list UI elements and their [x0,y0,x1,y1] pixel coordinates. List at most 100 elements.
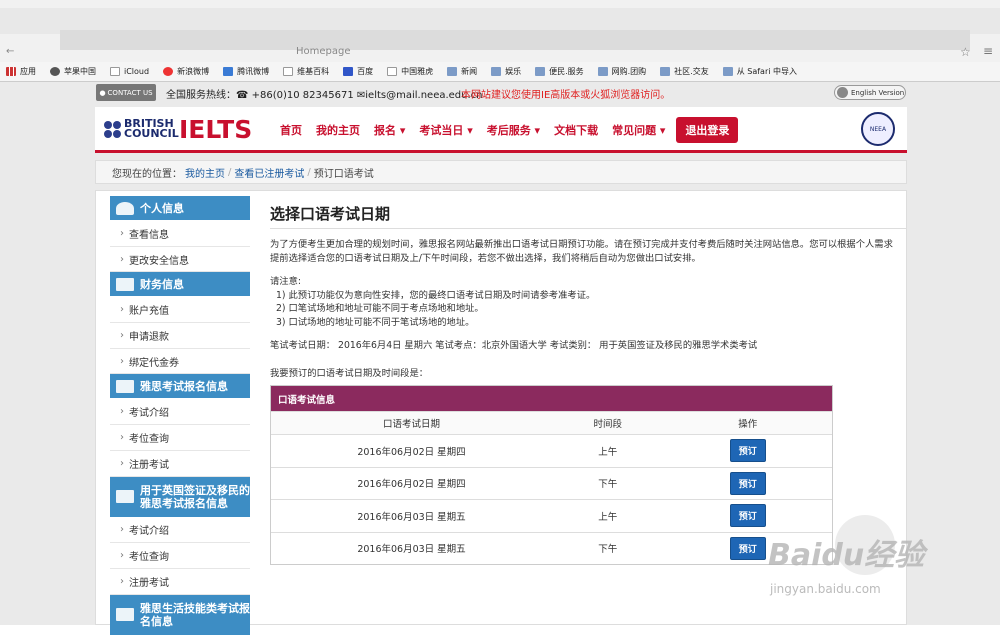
sidebar-section-ukvi[interactable]: 用于英国签证及移民的雅思考试报名信息 [110,476,250,517]
doc-icon [283,67,294,76]
nav-item[interactable]: 考试当日 ▾ [412,116,479,144]
bookmark-item[interactable]: 腾讯微博 [223,66,269,77]
bookmark-item[interactable]: 从 Safari 中导入 [722,66,798,77]
bookmark-label: 社区.交友 [674,67,709,76]
bc-line2: COUNCIL [124,127,179,140]
sidebar-item-label: 考位查询 [129,552,169,564]
location-pin-icon: ● [99,88,106,97]
sidebar-section-finance[interactable]: 财务信息 [110,272,250,297]
nav-item[interactable]: 报名 ▾ [367,116,412,144]
sidebar-item-view-info[interactable]: › 查看信息 [110,221,250,247]
bookmark-label: 百度 [357,67,374,76]
book-button[interactable]: 预订 [729,471,766,495]
sidebar-item-security[interactable]: › 更改安全信息 [110,247,250,273]
sidebar-item-register[interactable]: › 注册考试 [110,451,250,477]
column-header: 操作 [738,419,758,430]
sidebar-item-label: 账户充值 [129,306,169,318]
folder-icon [597,67,608,76]
nav-item[interactable]: 文档下载 [547,116,605,144]
note-item: 2) 口笔试场地和地址可能不同于考点场地和地址。 [276,303,484,314]
bookmark-item[interactable]: 网购.团购 [597,66,646,77]
menu-icon[interactable]: ≡ [983,44,993,58]
site-header: BRITISH COUNCIL IELTS 首页 我的主页 报名 ▾ 考试当日 ▾ 考后… [95,107,907,153]
browser-warning: 本网站建议您使用IE高版本或火狐浏览器访问。 [461,90,671,101]
folder-icon [447,67,458,76]
note-item: 1) 此预订功能仅为意向性安排，您的最终口语考试日期及时间请参考准考证。 [276,289,596,301]
users-icon [116,201,134,215]
sidebar-item-register[interactable]: › 注册考试 [110,569,250,595]
logout-button[interactable]: 退出登录 [676,117,739,143]
folder-icon [491,67,502,76]
doc-icon [110,67,120,76]
nav-item[interactable]: 我的主页 [309,116,367,144]
action-cell: 预订 [664,471,832,495]
bookmark-item[interactable]: 维基百科 [283,66,329,77]
title-divider [270,228,907,229]
bookmark-item[interactable]: 中国雅虎 [387,66,433,77]
sidebar-item-label: 查看信息 [129,229,169,241]
star-icon[interactable]: ☆ [960,45,971,59]
breadcrumb-registered[interactable]: 查看已注册考试 [234,165,304,180]
bookmark-item[interactable]: 百度 [343,66,373,77]
bookmark-item[interactable]: 娱乐 [491,66,521,77]
doc-icon [387,67,398,76]
apple-icon [50,67,60,76]
bookmark-item[interactable]: iCloud [110,67,149,76]
english-version-toggle[interactable]: English Version [834,85,906,100]
paw-icon [343,67,354,76]
time-period-cell: 上午 [598,511,618,523]
sidebar-section-life-skills[interactable]: 雅思生活技能类考试报名信息 [110,594,250,635]
nav-item[interactable]: 首页 [273,116,309,144]
book-button[interactable]: 预订 [729,536,766,560]
bookmark-item[interactable]: 便民.服务 [535,66,584,77]
bookmark-item[interactable]: 新浪微博 [163,66,209,77]
time-period-cell: 下午 [598,544,618,556]
sidebar-section-label: 个人信息 [140,202,184,215]
bookmark-label: 新闻 [461,67,478,76]
sidebar: 个人信息 › 查看信息 › 更改安全信息 财务信息 › 账户充值 › 申请退款 › 绑定代… [110,196,250,636]
folder-icon [722,67,733,76]
chevron-right-icon: › [120,304,124,316]
table-row: 2016年06月02日 星期四 上午 预订 [271,434,832,467]
breadcrumb-home[interactable]: 我的主页 [185,165,225,180]
nav-item[interactable]: 考后服务 ▾ [480,116,547,144]
card-icon [116,379,134,393]
book-button[interactable]: 预订 [729,504,766,528]
table-header-row: 口语考试日期 时间段 操作 [271,411,832,434]
bookmark-label: 从 Safari 中导入 [736,67,798,76]
sidebar-item-intro[interactable]: › 考试介绍 [110,518,250,544]
sidebar-section-personal[interactable]: 个人信息 [110,196,250,220]
time-period-cell: 下午 [598,479,618,491]
bookmark-item[interactable]: 新闻 [447,66,477,77]
chevron-right-icon: › [120,406,124,418]
sidebar-item-voucher[interactable]: › 绑定代金券 [110,349,250,375]
bookmark-item[interactable]: 苹果中国 [50,66,96,77]
nav-item[interactable]: 常见问题 ▾ [605,116,672,144]
contact-us-label: CONTACT US [107,88,153,97]
sidebar-section-label: 雅思考试报名信息 [140,380,228,394]
british-council-logo[interactable]: BRITISH COUNCIL [104,118,179,140]
sidebar-item-label: 注册考试 [129,577,169,589]
note-item: 3) 口试场地的地址可能不同于笔试场地的地址。 [276,316,475,328]
seal-label: NEEA [869,125,887,133]
back-arrow-icon[interactable]: ← [6,46,14,57]
sidebar-item-seat-search[interactable]: › 考位查询 [110,543,250,569]
bookmark-label: 新浪微博 [177,67,210,76]
sidebar-item-refund[interactable]: › 申请退款 [110,323,250,349]
sidebar-item-label: 考试介绍 [129,526,169,538]
bookmark-label: iCloud [124,67,150,76]
sidebar-item-recharge[interactable]: › 账户充值 [110,297,250,324]
sidebar-item-intro[interactable]: › 考试介绍 [110,399,250,426]
table-row: 2016年06月02日 星期四 下午 预订 [271,466,832,500]
sidebar-section-ielts[interactable]: 雅思考试报名信息 [110,374,250,399]
breadcrumb-prefix: 您现在的位置： [112,168,182,180]
blurred-address-bar[interactable] [60,30,970,50]
bookmark-item[interactable]: 应用 [6,66,36,77]
contact-us-button[interactable]: ● CONTACT US [96,84,156,101]
book-button[interactable]: 预订 [729,439,766,463]
table-row: 2016年06月03日 星期五 上午 预订 [271,499,832,532]
bookmark-item[interactable]: 社区.交友 [660,66,709,77]
ielts-logo[interactable]: IELTS [179,115,252,144]
sidebar-item-seat-search[interactable]: › 考位查询 [110,425,250,451]
bookmark-label: 便民.服务 [549,67,584,76]
